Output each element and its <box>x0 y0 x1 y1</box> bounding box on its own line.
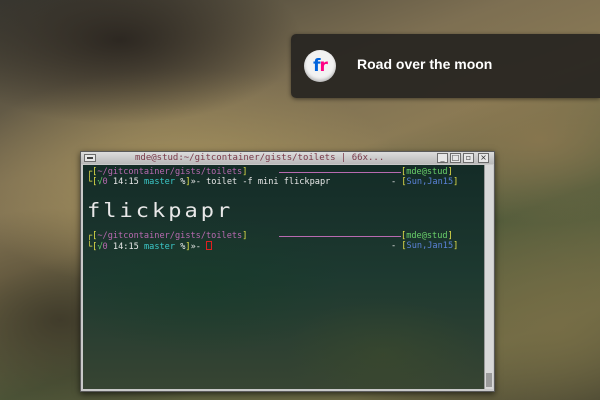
prompt1-line: └[√0 14:15 master %]»- toilet -f mini fl… <box>87 177 331 187</box>
prompt2-time: 14:15 <box>112 242 139 252</box>
prompt2-path: ~/gitcontainer/gists/toilets <box>97 231 243 241</box>
prompt1-branch: master <box>143 177 176 187</box>
prompt2-date-box: - [Sun,Jan15] <box>391 241 459 251</box>
notification-text: Road over the moon <box>357 56 493 72</box>
prompt1-time: 14:15 <box>112 177 139 187</box>
minimize-icon[interactable]: _ <box>437 153 448 163</box>
prompt1-date: Sun,Jan15 <box>406 177 454 187</box>
toilet-banner: flickpapr <box>87 200 234 223</box>
prompt2-userhost: mde@stud <box>406 231 448 241</box>
notification-bubble[interactable]: fr Road over the moon <box>291 34 600 98</box>
prompt2-date: Sun,Jan15 <box>406 241 454 251</box>
maximize-icon[interactable]: □ <box>450 153 461 163</box>
prompt2-header: ┌[~/gitcontainer/gists/toilets] <box>87 231 248 241</box>
terminal-cursor[interactable] <box>206 241 213 250</box>
flickr-logo-r: r <box>319 55 328 76</box>
prompt1-command: toilet -f mini flickpapr <box>206 177 331 187</box>
prompt1-rule <box>279 172 401 173</box>
scrollbar-thumb[interactable] <box>486 373 492 387</box>
prompt1-path: ~/gitcontainer/gists/toilets <box>97 167 243 177</box>
prompt1-date-box: - [Sun,Jan15] <box>391 177 459 187</box>
prompt2-rule <box>279 236 401 237</box>
shade-icon[interactable]: ▫ <box>463 153 474 163</box>
terminal-title: mde@stud:~/gitcontainer/gists/toilets | … <box>135 153 385 163</box>
terminal-window[interactable]: mde@stud:~/gitcontainer/gists/toilets | … <box>80 151 495 392</box>
prompt1-header: ┌[~/gitcontainer/gists/toilets] <box>87 167 248 177</box>
prompt2-branch: master <box>143 242 176 252</box>
window-menu-icon[interactable] <box>84 154 96 162</box>
terminal-screen[interactable]: ┌[~/gitcontainer/gists/toilets] [mde@stu… <box>83 165 484 389</box>
prompt2-line: └[√0 14:15 master %]»- <box>87 241 213 252</box>
prompt2-userhost-box: [mde@stud] <box>401 231 453 241</box>
prompt1-userhost: mde@stud <box>406 167 448 177</box>
terminal-titlebar[interactable]: mde@stud:~/gitcontainer/gists/toilets | … <box>81 152 494 164</box>
terminal-scrollbar[interactable] <box>484 165 493 389</box>
close-icon[interactable]: × <box>478 153 489 163</box>
prompt1-userhost-box: [mde@stud] <box>401 167 453 177</box>
flickr-icon: fr <box>304 50 336 82</box>
